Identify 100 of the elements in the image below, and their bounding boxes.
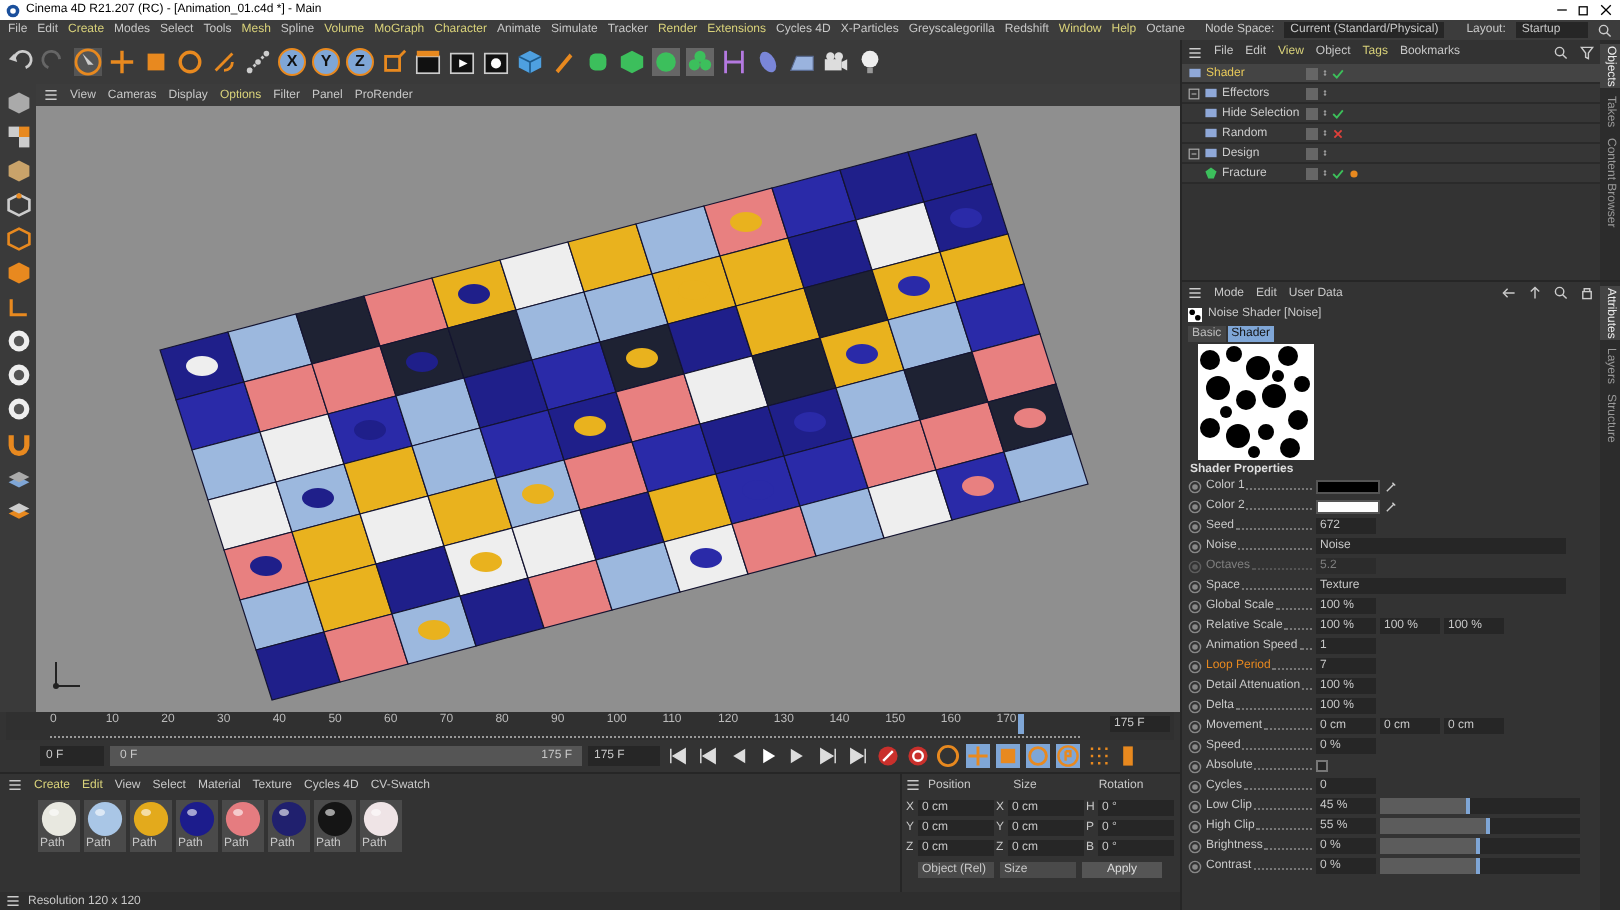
- search-icon[interactable]: [1554, 45, 1568, 59]
- menu-icon[interactable]: [44, 88, 58, 102]
- keyframe-toggle-icon[interactable]: [1188, 839, 1202, 853]
- checker-icon[interactable]: [5, 124, 31, 150]
- noise-preview-drawing: [1198, 344, 1314, 460]
- keyframe-toggle-icon[interactable]: [1188, 519, 1202, 533]
- menu-icon[interactable]: [8, 778, 22, 792]
- material-ball-icon: [224, 800, 262, 838]
- cloner-icon[interactable]: [652, 48, 680, 76]
- up-arrow-icon[interactable]: [1528, 286, 1542, 300]
- axis-mode-icon[interactable]: [5, 294, 31, 320]
- subdivision-icon[interactable]: [584, 48, 612, 76]
- material-ball-icon: [40, 800, 78, 838]
- camera-icon[interactable]: [822, 48, 850, 76]
- menu-icon[interactable]: [906, 778, 920, 792]
- material-ball-icon: [86, 800, 124, 838]
- record-icon[interactable]: [876, 744, 900, 768]
- slider-track[interactable]: [1380, 818, 1580, 834]
- scale-icon[interactable]: [142, 48, 170, 76]
- light-bulb-icon[interactable]: [856, 48, 884, 76]
- menu-icon[interactable]: [1188, 286, 1202, 300]
- render-icon[interactable]: [448, 48, 476, 76]
- next-key-icon[interactable]: [816, 744, 840, 768]
- cube-mode-icon[interactable]: [5, 90, 31, 116]
- clapperboard-icon[interactable]: [414, 48, 442, 76]
- go-to-end-icon[interactable]: [846, 744, 870, 768]
- material-ball-icon: [270, 800, 308, 838]
- filter-icon[interactable]: [1580, 45, 1594, 59]
- collapse-icon[interactable]: [1188, 147, 1200, 159]
- keyframe-toggle-icon[interactable]: [1188, 639, 1202, 653]
- layers-icon[interactable]: [5, 498, 31, 524]
- keyframe-toggle-icon[interactable]: [1188, 539, 1202, 553]
- snap-icon[interactable]: [5, 328, 31, 354]
- restore-icon[interactable]: [1576, 2, 1592, 18]
- points-mode-icon[interactable]: [5, 192, 31, 218]
- go-to-start-icon[interactable]: [666, 744, 690, 768]
- keyframe-toggle-icon[interactable]: [1188, 699, 1202, 713]
- lock-icon[interactable]: [1580, 286, 1594, 300]
- material-ball-icon: [132, 800, 170, 838]
- keyframe-toggle-icon[interactable]: [1188, 799, 1202, 813]
- search-icon[interactable]: [1598, 23, 1612, 37]
- menu-icon[interactable]: [1188, 45, 1202, 59]
- move-icon[interactable]: [108, 48, 136, 76]
- keyframe-toggle-icon[interactable]: [1188, 719, 1202, 733]
- keyframe-toggle-icon[interactable]: [1188, 759, 1202, 773]
- rotate-icon[interactable]: [176, 48, 204, 76]
- snap-settings-icon[interactable]: [5, 362, 31, 388]
- keyframe-toggle-icon[interactable]: [1188, 859, 1202, 873]
- close-icon[interactable]: [1598, 2, 1614, 18]
- axis-lock-button[interactable]: Z: [346, 48, 374, 76]
- keyframe-toggle-icon[interactable]: [1188, 679, 1202, 693]
- cross-icon[interactable]: [1332, 127, 1344, 139]
- slider-track[interactable]: [1380, 838, 1580, 854]
- eyedropper-icon[interactable]: [1384, 479, 1398, 493]
- tag-icon[interactable]: [1348, 167, 1360, 179]
- capsule-icon[interactable]: [754, 48, 782, 76]
- edges-mode-icon[interactable]: [5, 226, 31, 252]
- color-swatch[interactable]: [1316, 499, 1380, 513]
- keyframe-toggle-icon[interactable]: [1188, 739, 1202, 753]
- snap-grid-icon[interactable]: [5, 396, 31, 422]
- checkmark-icon[interactable]: [1332, 167, 1344, 179]
- keyframe-icon[interactable]: [936, 744, 960, 768]
- checkmark-icon[interactable]: [1332, 107, 1344, 119]
- slider-track[interactable]: [1380, 858, 1580, 874]
- previous-key-icon[interactable]: [696, 744, 720, 768]
- cube-icon[interactable]: [516, 48, 544, 76]
- keyframe-toggle-icon[interactable]: [1188, 779, 1202, 793]
- slider-track[interactable]: [1380, 798, 1580, 814]
- keyframe-toggle-icon[interactable]: [1188, 819, 1202, 833]
- viewport[interactable]: [36, 106, 1180, 712]
- color-swatch[interactable]: [1316, 479, 1380, 493]
- noise-shader-icon: [1188, 307, 1202, 321]
- playhead-marker[interactable]: [1018, 714, 1025, 734]
- collapse-icon[interactable]: [1188, 87, 1200, 99]
- checkbox[interactable]: [1316, 760, 1328, 772]
- keyframe-toggle-icon[interactable]: [1188, 599, 1202, 613]
- extrude-icon[interactable]: [618, 48, 646, 76]
- keyframe-toggle-icon[interactable]: [1188, 619, 1202, 633]
- cursor-icon[interactable]: [74, 48, 102, 76]
- magnet-icon[interactable]: [5, 430, 31, 456]
- keyframe-toggle-icon[interactable]: [1188, 659, 1202, 673]
- render-settings-icon[interactable]: [482, 48, 510, 76]
- deformer-icon[interactable]: [720, 48, 748, 76]
- search-icon[interactable]: [1554, 286, 1568, 300]
- keyframe-toggle-icon[interactable]: [1188, 479, 1202, 493]
- axis-lock-button[interactable]: X: [278, 48, 306, 76]
- coordinate-system-icon[interactable]: [380, 48, 408, 76]
- menu-icon[interactable]: [6, 894, 20, 908]
- material-ball-icon: [316, 800, 354, 838]
- checkmark-icon[interactable]: [1332, 67, 1344, 79]
- axis-lock-button[interactable]: Y: [312, 48, 340, 76]
- eyedropper-icon[interactable]: [1384, 499, 1398, 513]
- autokey-icon[interactable]: [906, 744, 930, 768]
- back-arrow-icon[interactable]: [1502, 286, 1516, 300]
- keyframe-toggle-icon[interactable]: [1188, 499, 1202, 513]
- keyframe-toggle-icon[interactable]: [1188, 579, 1202, 593]
- pen-icon[interactable]: [550, 48, 578, 76]
- points-icon[interactable]: [244, 48, 272, 76]
- texture-icon[interactable]: [5, 158, 31, 184]
- polygons-mode-icon[interactable]: [5, 260, 31, 286]
